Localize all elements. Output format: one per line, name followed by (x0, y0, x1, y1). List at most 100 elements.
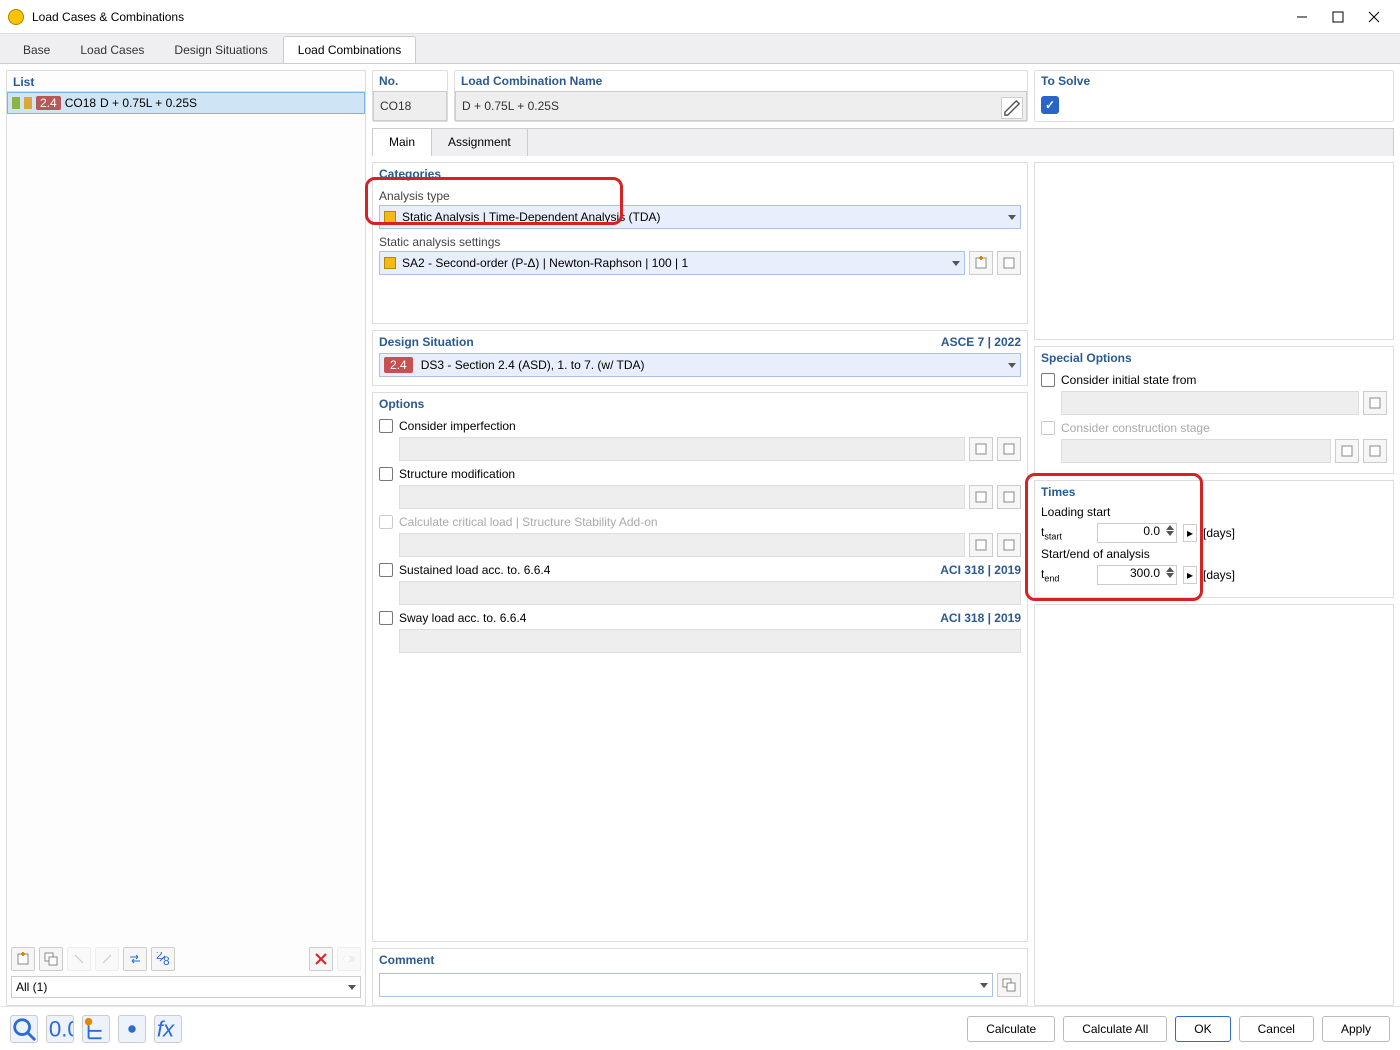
analysis-type-value: Static Analysis | Time-Dependent Analysi… (402, 210, 661, 224)
name-field[interactable]: D + 0.75L + 0.25S (455, 91, 1027, 121)
structuremod-label: Structure modification (399, 467, 1021, 481)
chevron-down-icon (348, 985, 356, 990)
fx-button[interactable]: fx (154, 1015, 182, 1043)
design-situation-standard: ASCE 7 | 2022 (941, 335, 1021, 349)
critical-label: Calculate critical load | Structure Stab… (399, 515, 1021, 529)
tstart-arrow-button[interactable]: ▸ (1183, 524, 1197, 542)
construction-stage-new-button[interactable] (1335, 439, 1359, 463)
maximize-button[interactable] (1320, 3, 1356, 31)
initial-state-edit-button[interactable] (1363, 391, 1387, 415)
imperfection-new-button[interactable] (969, 437, 993, 461)
critical-new-button[interactable] (969, 533, 993, 557)
structuremod-checkbox[interactable] (379, 467, 393, 481)
design-situation-select[interactable]: 2.4 DS3 - Section 2.4 (ASD), 1. to 7. (w… (379, 353, 1021, 377)
construction-stage-edit-button[interactable] (1363, 439, 1387, 463)
structuremod-select (399, 485, 965, 509)
loading-start-label: Loading start (1041, 505, 1387, 519)
inner-tab-assignment[interactable]: Assignment (432, 129, 528, 156)
list-item[interactable]: 2.4 CO18 D + 0.75L + 0.25S (7, 92, 365, 114)
times-group: Times Loading start tstart 0.0 ▸ [days] … (1034, 480, 1394, 598)
name-label: Load Combination Name (455, 71, 1027, 91)
tend-input[interactable]: 300.0 (1097, 565, 1177, 585)
chevron-down-icon (980, 983, 988, 988)
comment-header: Comment (375, 951, 1025, 969)
structuremod-new-button[interactable] (969, 485, 993, 509)
imperfection-checkbox[interactable] (379, 419, 393, 433)
filter-select[interactable]: All (1) (11, 976, 361, 998)
tab-load-cases[interactable]: Load Cases (65, 36, 159, 63)
solve-checkbox[interactable]: ✓ (1041, 96, 1059, 114)
calculate-button[interactable]: Calculate (967, 1016, 1055, 1042)
times-header: Times (1037, 483, 1391, 501)
sway-select (399, 629, 1021, 653)
calculate-all-button[interactable]: Calculate All (1063, 1016, 1167, 1042)
footer: 0.0 fx Calculate Calculate All OK Cancel… (0, 1006, 1400, 1050)
no-field[interactable]: CO18 (373, 91, 447, 121)
design-situation-header: Design Situation (379, 335, 474, 349)
delete-button[interactable] (309, 947, 333, 971)
tstart-input[interactable]: 0.0 (1097, 523, 1177, 543)
units-button[interactable]: 0.0 (46, 1015, 74, 1043)
renumber-button[interactable]: 28 (151, 947, 175, 971)
design-situation-badge: 2.4 (384, 357, 413, 373)
special-header: Special Options (1037, 349, 1391, 367)
sas-select[interactable]: SA2 - Second-order (P-Δ) | Newton-Raphso… (379, 251, 965, 275)
sas-new-button[interactable] (969, 251, 993, 275)
list-item-code: CO18 (65, 96, 96, 110)
right-col-spacer (1034, 604, 1394, 1006)
sas-color-icon (384, 257, 396, 269)
apply-button[interactable]: Apply (1322, 1016, 1390, 1042)
options-header: Options (375, 395, 1025, 413)
construction-stage-checkbox (1041, 421, 1055, 435)
svg-text:fx: fx (157, 1016, 175, 1041)
comment-copy-button[interactable] (997, 973, 1021, 997)
inner-tab-main[interactable]: Main (373, 129, 432, 156)
edit-name-button[interactable] (1001, 97, 1023, 119)
analysis-type-select[interactable]: Static Analysis | Time-Dependent Analysi… (379, 205, 1021, 229)
imperfection-edit-button[interactable] (997, 437, 1021, 461)
critical-edit-button[interactable] (997, 533, 1021, 557)
titlebar: Load Cases & Combinations (0, 0, 1400, 34)
sway-checkbox[interactable] (379, 611, 393, 625)
close-button[interactable] (1356, 3, 1392, 31)
categories-header: Categories (375, 165, 1025, 183)
categories-right-spacer (1034, 162, 1394, 340)
tab-design-situations[interactable]: Design Situations (159, 36, 282, 63)
critical-checkbox (379, 515, 393, 529)
cancel-button[interactable]: Cancel (1239, 1016, 1314, 1042)
options-group: Options Consider imperfection Structure … (372, 392, 1028, 942)
no-label: No. (373, 71, 447, 91)
ok-button[interactable]: OK (1175, 1016, 1230, 1042)
svg-text:0.0: 0.0 (49, 1016, 73, 1041)
structuremod-edit-button[interactable] (997, 485, 1021, 509)
tab-base[interactable]: Base (8, 36, 65, 63)
top-tabs: Base Load Cases Design Situations Load C… (0, 34, 1400, 64)
copy-button[interactable] (39, 947, 63, 971)
list-item-badge: 2.4 (36, 96, 61, 110)
sas-edit-button[interactable] (997, 251, 1021, 275)
list-header: List (7, 71, 365, 91)
swap-button[interactable] (123, 947, 147, 971)
initial-state-checkbox[interactable] (1041, 373, 1055, 387)
list-item-name: D + 0.75L + 0.25S (100, 96, 197, 110)
window-title: Load Cases & Combinations (32, 10, 1284, 24)
link-up-button (95, 947, 119, 971)
tend-symbol: tend (1041, 567, 1091, 583)
comment-select[interactable] (379, 973, 993, 997)
sustained-checkbox[interactable] (379, 563, 393, 577)
app-icon (8, 9, 24, 25)
dot-button[interactable] (118, 1015, 146, 1043)
minimize-button[interactable] (1284, 3, 1320, 31)
sway-standard: ACI 318 | 2019 (940, 611, 1021, 625)
tree-button[interactable] (82, 1015, 110, 1043)
solve-label: To Solve (1035, 71, 1393, 91)
new-button[interactable] (11, 947, 35, 971)
construction-stage-select (1061, 439, 1331, 463)
imperfection-select (399, 437, 965, 461)
search-button[interactable] (10, 1015, 38, 1043)
list-area[interactable]: 2.4 CO18 D + 0.75L + 0.25S (7, 91, 365, 943)
toggle-button (337, 947, 361, 971)
color-swatch-orange-icon (24, 97, 32, 109)
tend-arrow-button[interactable]: ▸ (1183, 566, 1197, 584)
tab-load-combinations[interactable]: Load Combinations (283, 36, 416, 63)
